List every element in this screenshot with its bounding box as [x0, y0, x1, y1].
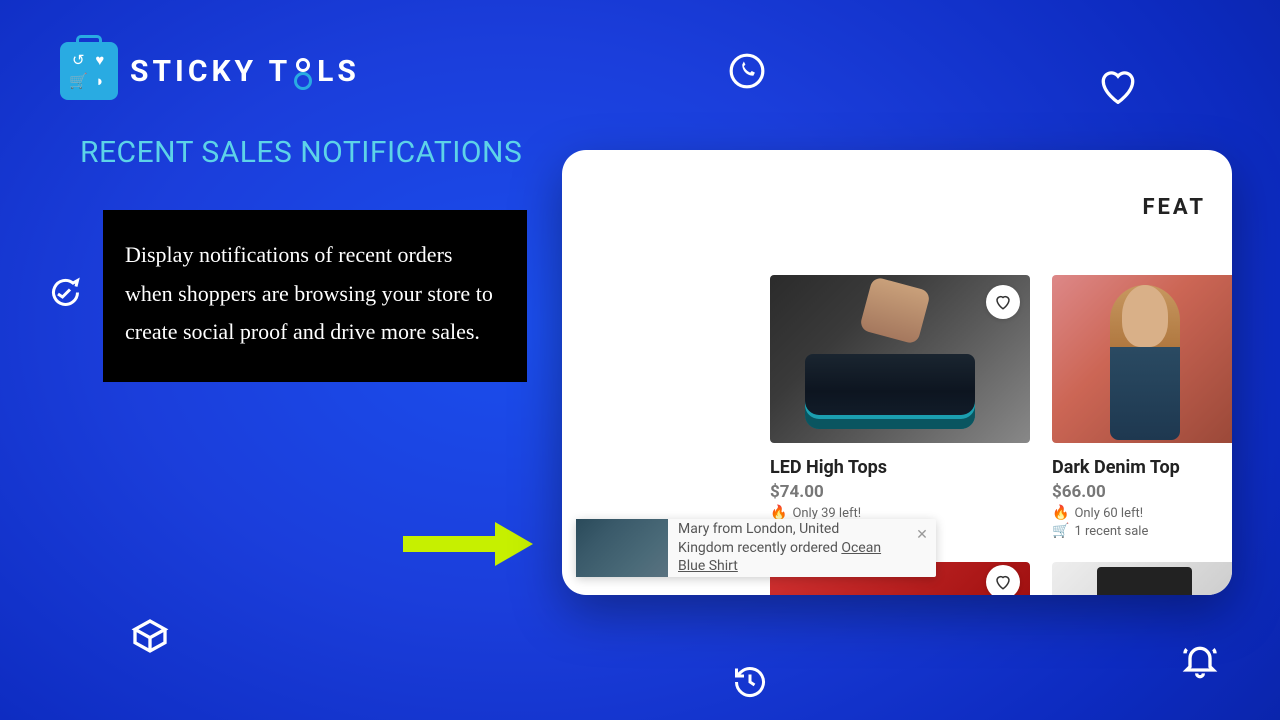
- store-preview: FEAT LED High Tops $74.00 🔥 Only 39 left…: [562, 150, 1232, 595]
- wishlist-button[interactable]: [986, 565, 1020, 595]
- logo-icon: ↺♥🛒◗: [60, 42, 118, 100]
- wishlist-button[interactable]: [986, 285, 1020, 319]
- page-title: RECENT SALES NOTIFICATIONS: [80, 135, 522, 170]
- product-image-peek: [1052, 562, 1232, 595]
- brand-name: STICKY TLS: [130, 54, 360, 89]
- heart-icon: [994, 293, 1012, 311]
- bell-icon: [1180, 640, 1220, 680]
- notification-thumbnail: [576, 519, 668, 577]
- product-image: [1052, 275, 1232, 443]
- sale-notification[interactable]: Mary from London, United Kingdom recentl…: [576, 519, 936, 577]
- recent-sale-text: 1 recent sale: [1074, 524, 1148, 539]
- heart-icon: [994, 573, 1012, 591]
- cart-icon: 🛒: [1052, 523, 1069, 539]
- box-icon: [130, 616, 170, 656]
- recent-sale-badge: 🛒 1 recent sale: [1052, 523, 1232, 539]
- brand-logo: ↺♥🛒◗ STICKY TLS: [60, 42, 360, 100]
- notification-close[interactable]: ✕: [908, 519, 936, 543]
- chat-icon: [46, 276, 82, 312]
- product-price: $74.00: [770, 482, 1030, 502]
- feature-description: Display notifications of recent orders w…: [103, 210, 527, 382]
- close-icon: ✕: [916, 527, 928, 543]
- phone-icon: [728, 52, 766, 90]
- product-name: LED High Tops: [770, 457, 1030, 478]
- heart-icon: [1098, 68, 1138, 104]
- section-label: FEAT: [1142, 195, 1206, 220]
- history-icon: [732, 664, 768, 700]
- product-card[interactable]: Dark Denim Top $66.00 🔥 Only 60 left! 🛒 …: [1052, 275, 1232, 539]
- product-image: [770, 275, 1030, 443]
- stock-text: Only 60 left!: [1074, 506, 1143, 521]
- callout-arrow: [403, 522, 533, 566]
- stock-badge: 🔥 Only 60 left!: [1052, 505, 1232, 521]
- notification-text: Mary from London, United Kingdom recentl…: [668, 514, 908, 583]
- product-card[interactable]: LED High Tops $74.00 🔥 Only 39 left!: [770, 275, 1030, 539]
- fire-icon: 🔥: [1052, 505, 1069, 521]
- product-price: $66.00: [1052, 482, 1232, 502]
- product-name: Dark Denim Top: [1052, 457, 1232, 478]
